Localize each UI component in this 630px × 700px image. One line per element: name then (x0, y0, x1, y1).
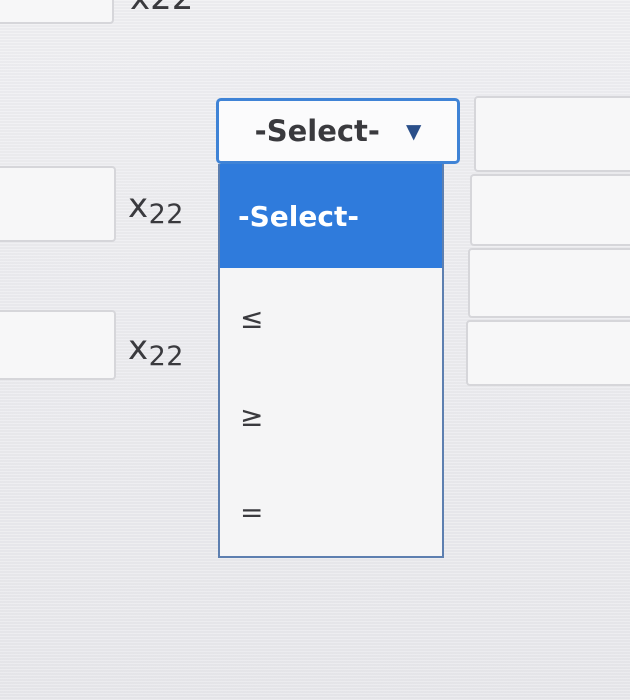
option-select-placeholder[interactable]: -Select- (220, 164, 442, 268)
variable-subscript: 22 (148, 199, 184, 230)
variable-letter: x (128, 328, 149, 368)
option-greater-equal[interactable]: ≥ (220, 400, 442, 433)
rhs-input-2[interactable] (470, 174, 630, 246)
coefficient-input-row2[interactable] (0, 310, 116, 380)
constraint-editor: x22 x22 x22 -Select- ▼ -Select- ≤ ≥ = (0, 0, 630, 700)
rhs-input-4[interactable] (466, 320, 630, 386)
relation-select-value: -Select- (254, 114, 380, 148)
option-equal[interactable]: = (220, 496, 442, 529)
variable-label-row2: x22 (128, 328, 184, 372)
relation-dropdown-list: -Select- ≤ ≥ = (218, 164, 444, 558)
coefficient-input-row1[interactable] (0, 166, 116, 242)
variable-letter: x (128, 186, 149, 226)
variable-label-top-partial: x22 (130, 0, 193, 18)
variable-subscript: 22 (148, 341, 184, 372)
relation-select[interactable]: -Select- ▼ (216, 98, 460, 164)
rhs-input-1[interactable] (474, 96, 630, 172)
rhs-input-3[interactable] (468, 248, 630, 318)
triangle-down-icon: ▼ (405, 119, 422, 143)
variable-label-row1: x22 (128, 186, 184, 230)
option-less-equal[interactable]: ≤ (220, 302, 442, 335)
coefficient-input-top[interactable] (0, 0, 114, 24)
